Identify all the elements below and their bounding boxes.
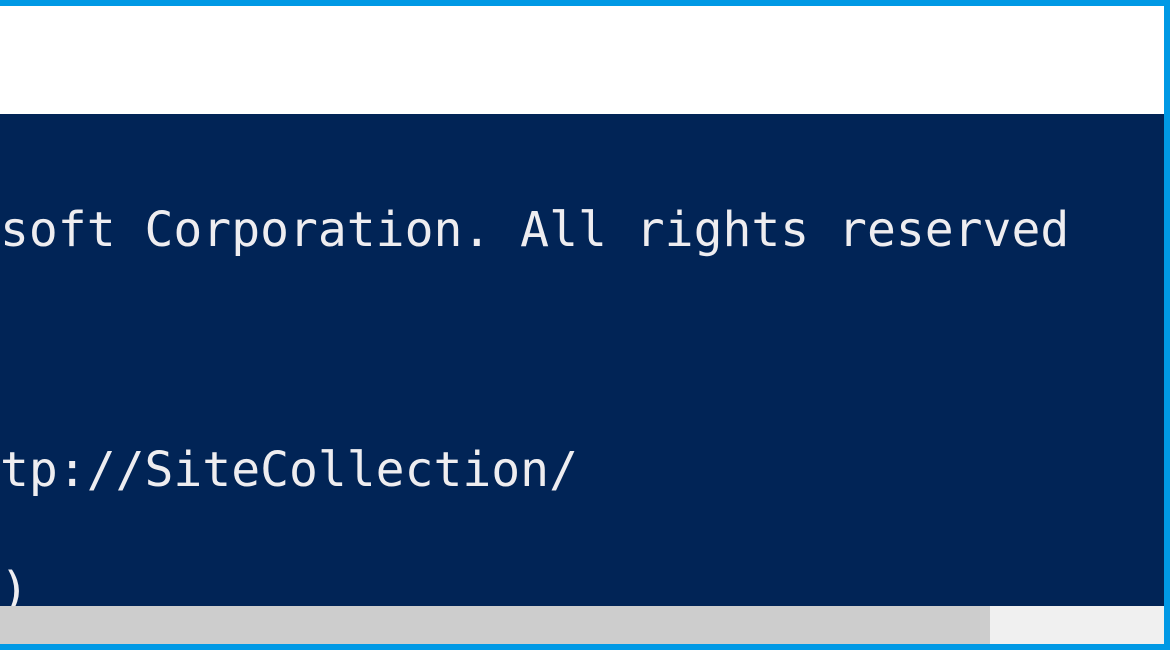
console-line-paren: ) (0, 560, 1164, 606)
title-bar (0, 6, 1164, 114)
powershell-console[interactable]: soft Corporation. All rights reserved tp… (0, 114, 1164, 606)
console-line-copyright: soft Corporation. All rights reserved (0, 200, 1164, 260)
console-line-url: tp://SiteCollection/ (0, 440, 1164, 500)
horizontal-scrollbar[interactable] (0, 606, 1164, 644)
console-line-blank (0, 320, 1164, 380)
scrollbar-thumb[interactable] (0, 606, 990, 644)
window-frame: soft Corporation. All rights reserved tp… (0, 0, 1170, 650)
scrollbar-track[interactable] (990, 606, 1164, 644)
